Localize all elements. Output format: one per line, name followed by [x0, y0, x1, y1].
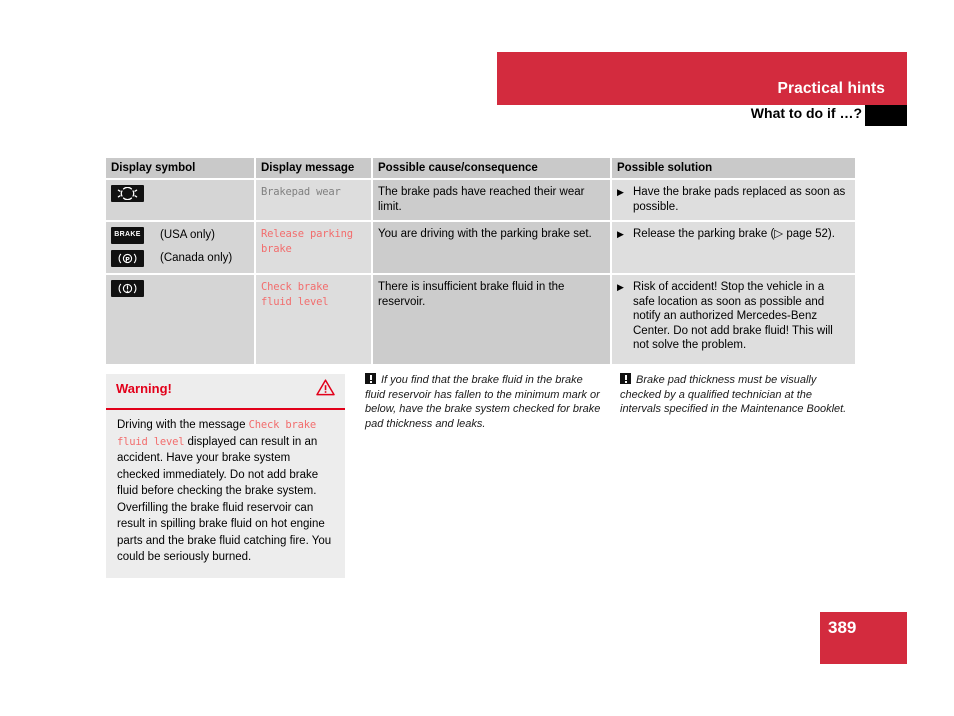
exclamation-note-icon	[620, 373, 631, 384]
section-title: What to do if …?	[750, 105, 862, 121]
solution-bullet-arrow-icon: ▶	[617, 229, 624, 239]
cell-display-symbol: BRAKE (USA only) P (Canada only)	[106, 220, 256, 274]
symbol-market-label: (Canada only)	[160, 252, 233, 265]
solution-text: Have the brake pads replaced as soon as …	[633, 186, 846, 213]
table-row: Brakepad wear The brake pads have reache…	[106, 178, 855, 221]
exclamation-note-icon	[365, 373, 376, 384]
symbol-market-label: (USA only)	[160, 229, 215, 242]
cell-possible-cause: There is insufficient brake fluid in the…	[372, 273, 612, 364]
solution-item: ▶ Release the parking brake (▷ page 52).	[617, 227, 849, 242]
solution-bullet-arrow-icon: ▶	[617, 187, 624, 197]
warning-text-after: displayed can result in an accident. Hav…	[117, 435, 332, 564]
display-symbol-table: Display symbol Display message Possible …	[106, 158, 855, 364]
table-header-row: Display symbol Display message Possible …	[106, 158, 855, 179]
header-red-band: Practical hints	[497, 52, 907, 103]
note-block: Brake pad thickness must be visually che…	[620, 373, 855, 417]
brake-word-icon: BRAKE	[111, 227, 144, 244]
warning-text-before: Driving with the message	[117, 419, 249, 431]
solution-bullet-arrow-icon: ▶	[617, 282, 624, 292]
note-block: If you find that the brake fluid in the …	[365, 373, 602, 431]
cell-possible-solution: ▶ Risk of accident! Stop the vehicle in …	[611, 273, 855, 364]
cell-display-message: Release parking brake	[255, 220, 373, 274]
column-header-display-symbol: Display symbol	[106, 158, 256, 179]
header-section-row: What to do if …?	[497, 105, 907, 126]
solution-item: ▶ Have the brake pads replaced as soon a…	[617, 185, 849, 214]
symbol-line: BRAKE (USA only)	[111, 227, 248, 244]
page-footer-block: 389	[820, 612, 907, 664]
cell-possible-solution: ▶ Have the brake pads replaced as soon a…	[611, 178, 855, 221]
warning-header: Warning!	[106, 374, 345, 410]
warning-box: Warning! Driving with the message Check …	[106, 374, 345, 578]
cell-display-message: Check brake fluid level	[255, 273, 373, 364]
svg-text:P: P	[125, 256, 130, 263]
display-message-text: Release parking brake	[261, 228, 353, 255]
cell-display-symbol	[106, 273, 256, 364]
chapter-title: Practical hints	[777, 80, 885, 97]
column-header-possible-solution: Possible solution	[611, 158, 855, 179]
symbol-line	[111, 185, 248, 202]
display-message-text: Check brake fluid level	[261, 281, 329, 308]
cell-display-symbol	[106, 178, 256, 221]
table-row: BRAKE (USA only) P (Canada only) Release…	[106, 220, 855, 274]
column-header-possible-cause: Possible cause/consequence	[372, 158, 612, 179]
section-thumb-tab	[865, 105, 907, 126]
table-row: Check brake fluid level There is insuffi…	[106, 273, 855, 364]
column-header-display-message: Display message	[255, 158, 373, 179]
cell-display-message: Brakepad wear	[255, 178, 373, 221]
cell-possible-solution: ▶ Release the parking brake (▷ page 52).	[611, 220, 855, 274]
solution-item: ▶ Risk of accident! Stop the vehicle in …	[617, 280, 849, 353]
symbol-line	[111, 280, 248, 297]
note-text: If you find that the brake fluid in the …	[365, 374, 601, 430]
solution-text: Risk of accident! Stop the vehicle in a …	[633, 281, 833, 351]
brakepad-wear-icon	[111, 185, 144, 202]
display-message-text: Brakepad wear	[261, 186, 341, 198]
symbol-line: P (Canada only)	[111, 250, 248, 267]
cell-possible-cause: You are driving with the parking brake s…	[372, 220, 612, 274]
solution-text: Release the parking brake (▷ page 52).	[633, 228, 835, 240]
warning-title: Warning!	[116, 381, 172, 396]
brake-fluid-icon	[111, 280, 144, 297]
page-number: 389	[828, 618, 857, 637]
cell-possible-cause: The brake pads have reached their wear l…	[372, 178, 612, 221]
brake-word-icon-text: BRAKE	[114, 231, 141, 239]
warning-triangle-icon	[316, 379, 335, 401]
parking-brake-p-icon: P	[111, 250, 144, 267]
warning-body: Driving with the message Check brake flu…	[106, 410, 345, 578]
note-text: Brake pad thickness must be visually che…	[620, 374, 847, 415]
